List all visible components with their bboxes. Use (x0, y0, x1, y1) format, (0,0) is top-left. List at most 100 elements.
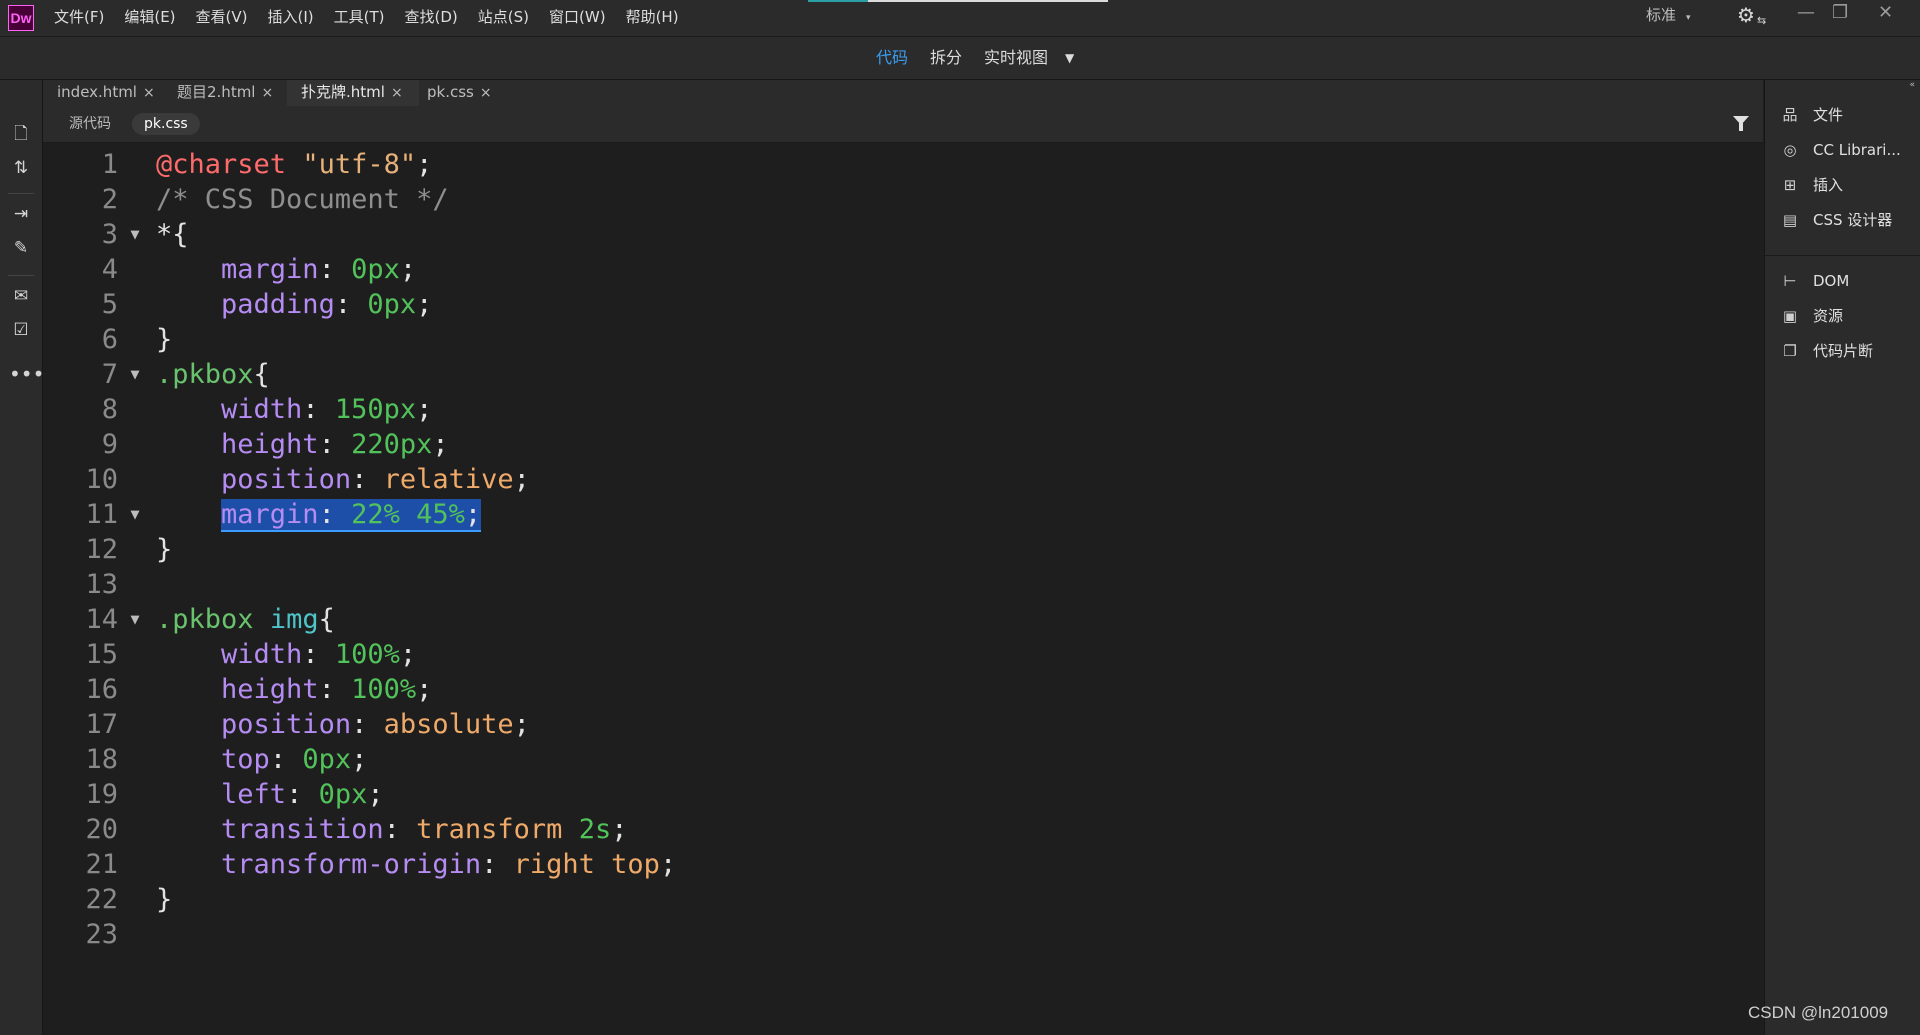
code-text: margin: 0px; (156, 252, 416, 287)
watermark: CSDN @ln201009 (1748, 1003, 1889, 1022)
panel-files[interactable]: 品文件 (1777, 102, 1843, 128)
close-icon[interactable]: × (143, 85, 155, 101)
code-line[interactable]: 7 ▼ .pkbox{ (43, 357, 1763, 392)
panel-insert[interactable]: ⊞ 插入 (1777, 172, 1843, 198)
tab-timu2-html[interactable]: 题目2.html × (163, 80, 287, 106)
code-editor[interactable]: 1 @charset "utf-8"; 2/* CSS Document */3 ▼ *… (43, 143, 1763, 1035)
panel-css-designer[interactable]: ▤ CSS 设计器 (1777, 207, 1892, 233)
code-line[interactable]: 20 transition: transform 2s; (43, 812, 1763, 847)
menu-insert[interactable]: 插入(I) (258, 0, 324, 34)
menu-find[interactable]: 查找(D) (395, 0, 468, 34)
app-logo: Dw (8, 5, 34, 31)
code-token: ; (513, 709, 530, 740)
code-token: 150px (334, 394, 417, 425)
code-line[interactable]: 14 ▼ .pkbox img{ (43, 602, 1763, 637)
related-pk-css[interactable]: pk.css (132, 113, 200, 135)
code-text: *{ (156, 217, 189, 252)
expand-icon[interactable]: ⇥ (9, 202, 33, 226)
code-text: height: 220px; (156, 427, 449, 462)
menu-site[interactable]: 站点(S) (468, 0, 539, 34)
line-number: 21 (85, 849, 118, 880)
code-token: position (221, 709, 352, 740)
panel-snippets[interactable]: ❐ 代码片断 (1777, 338, 1873, 364)
gear-icon[interactable]: ⚙ (1737, 3, 1755, 27)
menu-view[interactable]: 查看(V) (186, 0, 258, 34)
code-line[interactable]: 21 transform-origin: right top; (43, 847, 1763, 882)
related-source-code[interactable]: 源代码 (69, 113, 111, 135)
line-number: 19 (85, 779, 118, 810)
view-code-button[interactable]: 代码 (865, 37, 919, 79)
tab-label: 扑克牌.html (301, 83, 385, 101)
fold-toggle-icon[interactable]: ▼ (125, 217, 145, 252)
panel-cc-libraries[interactable]: ◎ CC Librari... (1777, 137, 1900, 163)
workspace-switcher[interactable]: 标准 ▾ (1646, 0, 1691, 33)
line-number: 7 (101, 359, 118, 390)
code-line[interactable]: 9 height: 220px; (43, 427, 1763, 462)
tab-index-html[interactable]: index.html × (43, 80, 169, 106)
brush-icon[interactable]: ✎ (9, 236, 33, 260)
progress-accent (808, 0, 868, 2)
fold-toggle-icon[interactable]: ▼ (125, 357, 145, 392)
line-number: 1 (101, 149, 118, 180)
chevron-down-icon: ▾ (1686, 13, 1691, 23)
filter-icon[interactable] (1733, 116, 1749, 131)
code-line[interactable]: 16 height: 100%; (43, 672, 1763, 707)
tab-pk-css[interactable]: pk.css × (413, 80, 507, 106)
view-split-button[interactable]: 拆分 (919, 37, 973, 79)
sort-icon[interactable]: ⇅ (9, 156, 33, 180)
code-token: : (318, 674, 352, 705)
close-button[interactable]: ✕ (1878, 0, 1893, 26)
code-token: : (318, 254, 352, 285)
code-line[interactable]: 23 (43, 917, 1763, 952)
code-token: ; (416, 149, 433, 180)
menu-tools[interactable]: 工具(T) (324, 0, 395, 34)
collapse-panel-icon[interactable]: « (1909, 80, 1915, 90)
code-token: : (351, 464, 384, 495)
code-line[interactable]: 11 ▼ margin: 22% 45%; (43, 497, 1763, 532)
code-line[interactable]: 3 ▼ *{ (43, 217, 1763, 252)
menu-edit[interactable]: 编辑(E) (114, 0, 185, 34)
code-text: } (156, 322, 172, 357)
fold-toggle-icon[interactable]: ▼ (125, 497, 145, 532)
code-line[interactable]: 17 position: absolute; (43, 707, 1763, 742)
code-line[interactable]: 13 (43, 567, 1763, 602)
menu-window[interactable]: 窗口(W) (539, 0, 616, 34)
file-icon[interactable]: 🗋 (9, 122, 33, 146)
panel-assets[interactable]: ▣ 资源 (1777, 303, 1843, 329)
code-line[interactable]: 18 top: 0px; (43, 742, 1763, 777)
panel-dom[interactable]: ⊢ DOM (1777, 268, 1849, 294)
more-icon[interactable]: ••• (9, 362, 44, 386)
code-line[interactable]: 2 /* CSS Document */ (43, 182, 1763, 217)
code-line[interactable]: 22} (43, 882, 1763, 917)
code-line[interactable]: 10 position: relative; (43, 462, 1763, 497)
menu-file[interactable]: 文件(F) (44, 0, 114, 34)
code-line[interactable]: 1 @charset "utf-8"; (43, 147, 1763, 182)
view-dropdown-icon[interactable]: ▼ (1065, 37, 1074, 79)
code-line[interactable]: 8 width: 150px; (43, 392, 1763, 427)
code-text: position: relative; (156, 462, 530, 497)
code-token: 100% (351, 674, 417, 705)
code-token: width (221, 639, 303, 670)
code-text: width: 100%; (156, 637, 416, 672)
tab-pukepai-html[interactable]: 扑克牌.html × (287, 80, 419, 106)
close-icon[interactable]: × (480, 85, 492, 101)
restore-button[interactable]: ❐ (1832, 0, 1848, 26)
code-line[interactable]: 15 width: 100%; (43, 637, 1763, 672)
code-line[interactable]: 4 margin: 0px; (43, 252, 1763, 287)
code-line[interactable]: 6} (43, 322, 1763, 357)
code-line[interactable]: 19 left: 0px; (43, 777, 1763, 812)
fold-toggle-icon[interactable]: ▼ (125, 602, 145, 637)
comment-icon[interactable]: ✉ (9, 284, 33, 308)
code-line[interactable]: 12} (43, 532, 1763, 567)
code-token: 0px (367, 289, 417, 320)
close-icon[interactable]: × (391, 85, 403, 101)
close-icon[interactable]: × (261, 85, 273, 101)
view-live-button[interactable]: 实时视图 (973, 37, 1059, 79)
code-token: top (221, 744, 270, 775)
minimize-button[interactable]: — (1797, 0, 1815, 26)
format-icon[interactable]: ☑ (9, 318, 33, 342)
code-line[interactable]: 5 padding: 0px; (43, 287, 1763, 322)
menu-help[interactable]: 帮助(H) (616, 0, 689, 34)
